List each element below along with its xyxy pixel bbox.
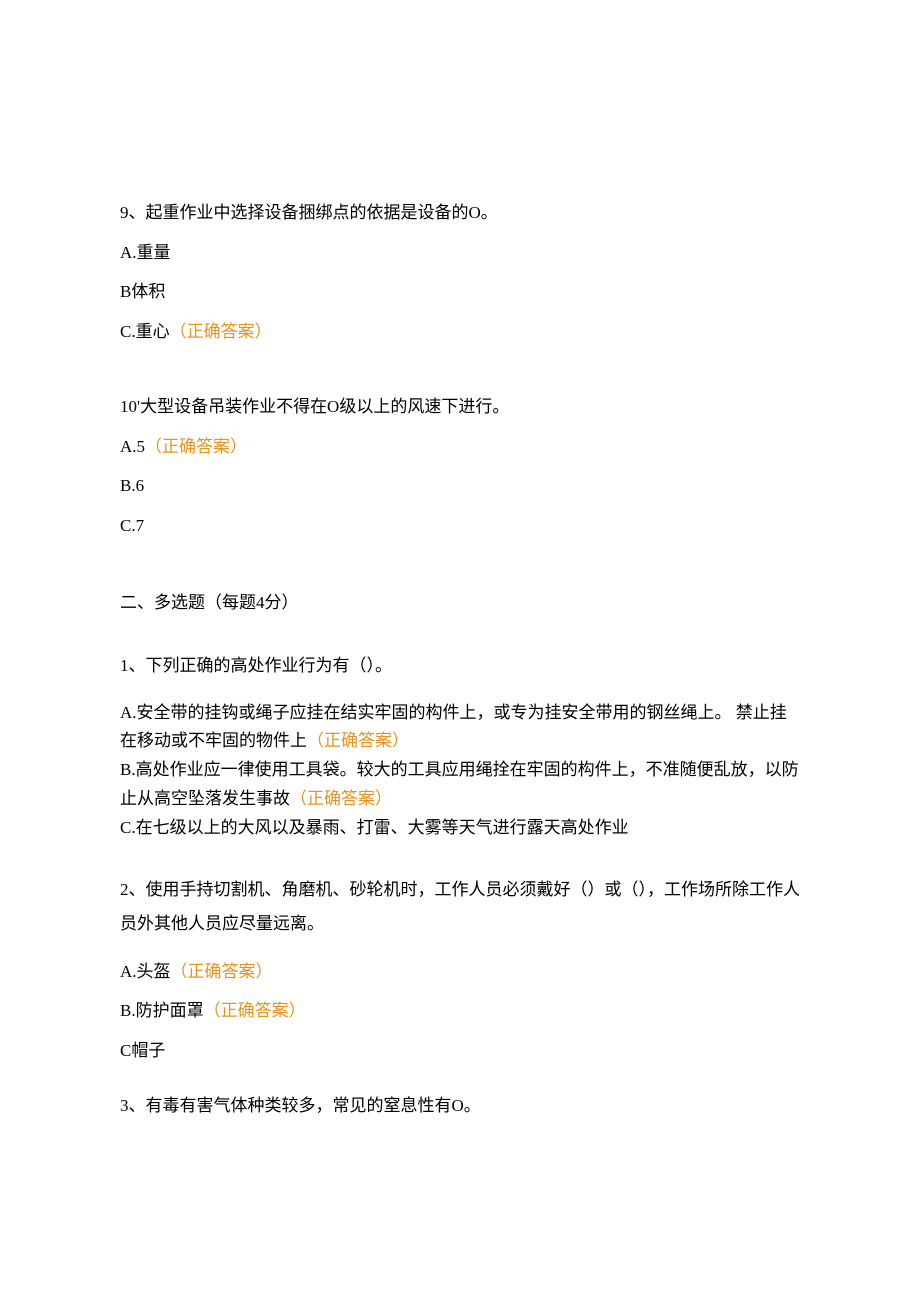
mq2-a-correct-mark: （正确答案） <box>171 962 273 981</box>
q9-option-c: C.重心（正确答案） <box>120 319 800 345</box>
q10-stem: 10'大型设备吊装作业不得在O级以上的风速下进行。 <box>120 394 800 420</box>
mq1-option-b: B.高处作业应一律使用工具袋。较大的工具应用绳拴在牢固的构件上，不准随便乱放，以… <box>120 756 800 814</box>
q9-c-text: C.重心 <box>120 322 170 341</box>
mq1-a-correct-mark: （正确答案） <box>307 731 409 750</box>
mq3-stem: 3、有毒有害气体种类较多，常见的窒息性有O。 <box>120 1093 800 1119</box>
mq1-a-text: A.安全带的挂钩或绳子应挂在结实牢固的构件上，或专为挂安全带用的钢丝绳上。 禁止… <box>120 703 787 751</box>
mq2-option-c: C帽子 <box>120 1038 800 1064</box>
mq1-stem: 1、下列正确的高处作业行为有（）。 <box>120 653 800 679</box>
mq1-b-text: B.高处作业应一律使用工具袋。较大的工具应用绳拴在牢固的构件上，不准随便乱放，以… <box>120 760 799 808</box>
q10-option-c: C.7 <box>120 513 800 539</box>
mq1-option-c: C.在七级以上的大风以及暴雨、打雷、大雾等天气进行露天高处作业 <box>120 814 800 843</box>
mq1-option-a: A.安全带的挂钩或绳子应挂在结实牢固的构件上，或专为挂安全带用的钢丝绳上。 禁止… <box>120 699 800 757</box>
mq2-option-b: B.防护面罩（正确答案） <box>120 998 800 1024</box>
mq2-stem: 2、使用手持切割机、角磨机、砂轮机时，工作人员必须戴好（）或（），工作场所除工作… <box>120 873 800 941</box>
mq2-a-text: A.头盔 <box>120 962 171 981</box>
multi-q1-block: 1、下列正确的高处作业行为有（）。 A.安全带的挂钩或绳子应挂在结实牢固的构件上… <box>120 653 800 843</box>
q9-c-correct-mark: （正确答案） <box>170 322 272 341</box>
question-9-block: 9、起重作业中选择设备捆绑点的依据是设备的O。 A.重量 B体积 C.重心（正确… <box>120 200 800 344</box>
mq2-b-text: B.防护面罩 <box>120 1001 204 1020</box>
question-10-block: 10'大型设备吊装作业不得在O级以上的风速下进行。 A.5（正确答案） B.6 … <box>120 394 800 538</box>
multi-q3-block: 3、有毒有害气体种类较多，常见的窒息性有O。 <box>120 1093 800 1119</box>
q10-a-correct-mark: （正确答案） <box>145 437 247 456</box>
q9-option-b: B体积 <box>120 279 800 305</box>
mq2-b-correct-mark: （正确答案） <box>204 1001 306 1020</box>
multi-q2-block: 2、使用手持切割机、角磨机、砂轮机时，工作人员必须戴好（）或（），工作场所除工作… <box>120 873 800 1064</box>
q9-option-a: A.重量 <box>120 240 800 266</box>
mq2-option-a: A.头盔（正确答案） <box>120 959 800 985</box>
section-2-title: 二、多选题（每题4分） <box>120 588 800 613</box>
mq1-b-correct-mark: （正确答案） <box>290 789 392 808</box>
q10-option-a: A.5（正确答案） <box>120 434 800 460</box>
q9-stem: 9、起重作业中选择设备捆绑点的依据是设备的O。 <box>120 200 800 226</box>
q10-option-b: B.6 <box>120 473 800 499</box>
q10-a-text: A.5 <box>120 437 145 456</box>
document-page: 9、起重作业中选择设备捆绑点的依据是设备的O。 A.重量 B体积 C.重心（正确… <box>0 0 920 1283</box>
